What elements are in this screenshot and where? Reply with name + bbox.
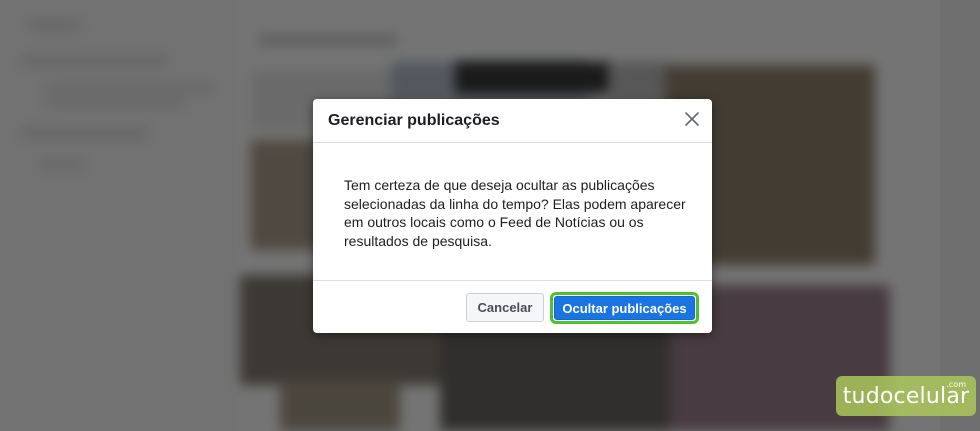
dialog-footer: Cancelar Ocultar publicações — [313, 280, 712, 333]
watermark-logo: tudocelular .com — [836, 376, 976, 416]
manage-posts-dialog: Gerenciar publicações Tem certeza de que… — [313, 99, 712, 333]
dialog-title: Gerenciar publicações — [328, 112, 500, 129]
dialog-header: Gerenciar publicações — [313, 99, 712, 143]
close-icon[interactable] — [684, 111, 700, 127]
hide-posts-button[interactable]: Ocultar publicações — [554, 296, 695, 320]
cancel-button[interactable]: Cancelar — [466, 293, 544, 322]
dialog-message: Tem certeza de que deseja ocultar as pub… — [344, 177, 686, 249]
watermark-suffix: .com — [946, 380, 966, 389]
